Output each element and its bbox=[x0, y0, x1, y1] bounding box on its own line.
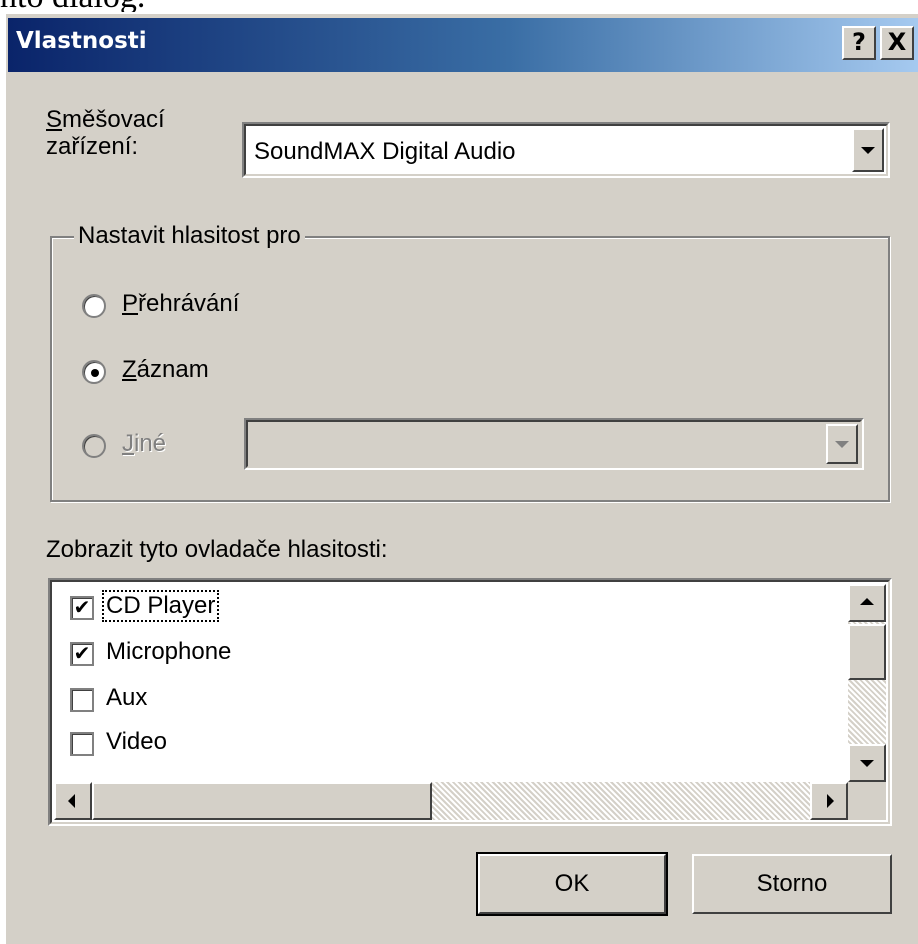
other-device-select[interactable] bbox=[244, 418, 864, 470]
checkbox-aux[interactable] bbox=[70, 688, 94, 712]
radio-selected-dot bbox=[91, 369, 99, 377]
scroll-right-button[interactable] bbox=[810, 782, 848, 820]
chevron-down-icon bbox=[835, 441, 849, 448]
checkbox-cd-player-label[interactable]: CD Player bbox=[101, 590, 220, 622]
playback-label-rest: řehrávání bbox=[138, 290, 240, 317]
other-accel: J bbox=[122, 430, 134, 457]
scroll-down-button[interactable] bbox=[848, 744, 886, 782]
scroll-up-button[interactable] bbox=[848, 584, 886, 622]
volume-for-group: Nastavit hlasitost pro Přehrávání Záznam… bbox=[50, 222, 890, 502]
horizontal-scroll-thumb[interactable] bbox=[92, 782, 432, 820]
dialog-title: Vlastnosti bbox=[16, 28, 147, 54]
radio-playback-label[interactable]: Přehrávání bbox=[122, 290, 239, 318]
horizontal-scrollbar[interactable] bbox=[54, 782, 848, 820]
checkbox-video[interactable] bbox=[70, 732, 94, 756]
checkbox-aux-label[interactable]: Aux bbox=[106, 684, 147, 712]
radio-other[interactable] bbox=[82, 434, 106, 458]
radio-recording-label[interactable]: Záznam bbox=[122, 356, 209, 384]
checkbox-video-label[interactable]: Video bbox=[106, 728, 167, 756]
controls-list-area: ✔ CD Player ✔ Microphone Aux Video bbox=[54, 584, 848, 782]
properties-dialog: Vlastnosti ? X Směšovací zařízení: Sound… bbox=[4, 12, 918, 944]
checkbox-microphone[interactable]: ✔ bbox=[70, 642, 94, 666]
checkbox-cd-player[interactable]: ✔ bbox=[70, 596, 94, 620]
scroll-left-button[interactable] bbox=[54, 782, 92, 820]
mixer-device-select[interactable]: SoundMAX Digital Audio bbox=[242, 122, 890, 178]
mixer-device-value: SoundMAX Digital Audio bbox=[254, 138, 516, 165]
mixer-dropdown-button[interactable] bbox=[852, 128, 884, 172]
recording-accel: Z bbox=[122, 356, 137, 383]
scrollbar-corner bbox=[848, 782, 886, 820]
other-dropdown-button[interactable] bbox=[826, 424, 858, 464]
mixer-label-accel: S bbox=[46, 106, 63, 133]
title-bar[interactable]: Vlastnosti ? X bbox=[8, 18, 918, 72]
arrow-up-icon bbox=[860, 598, 874, 605]
arrow-down-icon bbox=[860, 760, 874, 767]
chevron-down-icon bbox=[861, 147, 875, 154]
controls-list: ✔ CD Player ✔ Microphone Aux Video bbox=[48, 578, 892, 826]
arrow-right-icon bbox=[827, 794, 834, 808]
checkbox-microphone-label[interactable]: Microphone bbox=[106, 638, 231, 666]
mixer-device-label: Směšovací zařízení: bbox=[46, 106, 165, 160]
radio-playback[interactable] bbox=[82, 294, 106, 318]
radio-other-label[interactable]: Jiné bbox=[122, 430, 166, 458]
vertical-scroll-thumb[interactable] bbox=[848, 624, 886, 680]
help-button[interactable]: ? bbox=[842, 26, 876, 60]
cancel-button[interactable]: Storno bbox=[692, 854, 892, 914]
close-button[interactable]: X bbox=[880, 26, 914, 60]
recording-label-rest: áznam bbox=[136, 356, 209, 383]
arrow-left-icon bbox=[68, 794, 75, 808]
ok-button[interactable]: OK bbox=[476, 852, 668, 916]
vertical-scrollbar[interactable] bbox=[848, 584, 886, 782]
mixer-label-line1: měšovací bbox=[62, 106, 165, 133]
playback-accel: P bbox=[122, 290, 139, 317]
mixer-label-line2: zařízení: bbox=[46, 133, 139, 160]
volume-for-legend: Nastavit hlasitost pro bbox=[74, 222, 305, 250]
other-label-rest: iné bbox=[134, 430, 167, 457]
radio-recording[interactable] bbox=[82, 360, 106, 384]
controls-label: Zobrazit tyto ovladače hlasitosti: bbox=[46, 536, 388, 563]
